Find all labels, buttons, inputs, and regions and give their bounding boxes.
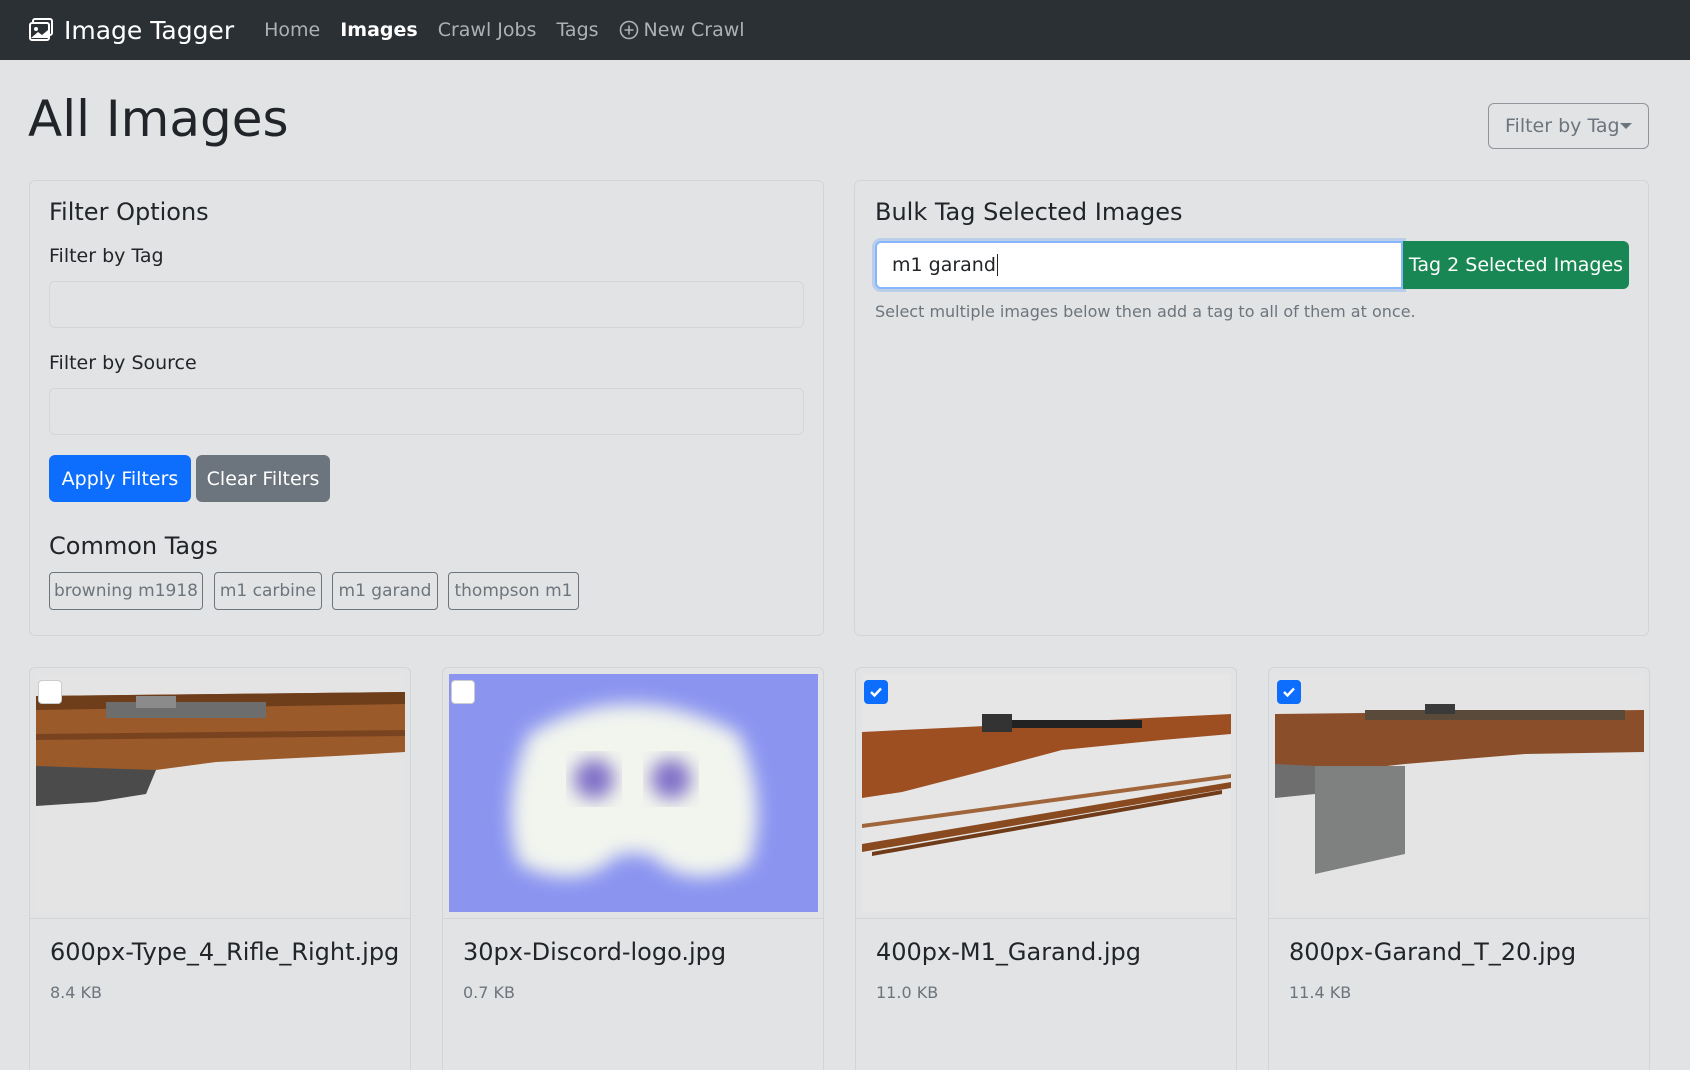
filter-options-title: Filter Options	[49, 198, 209, 226]
filter-source-label: Filter by Source	[49, 352, 197, 374]
image-filesize: 11.0 KB	[876, 983, 939, 1002]
image-card[interactable]: 30px-Discord-logo.jpg 0.7 KB	[442, 667, 824, 1070]
images-icon	[29, 18, 53, 41]
nav-images[interactable]: Images	[340, 19, 417, 41]
bulk-tag-input[interactable]: m1 garand	[875, 241, 1403, 289]
image-filename: 400px-M1_Garand.jpg	[876, 938, 1141, 966]
image-filesize: 0.7 KB	[463, 983, 515, 1002]
brand-name: Image Tagger	[64, 15, 235, 45]
tag-selected-images-button[interactable]: Tag 2 Selected Images	[1403, 241, 1629, 289]
filter-dropdown-label: Filter by Tag	[1505, 115, 1620, 137]
text-cursor	[996, 254, 998, 276]
filter-tag-input[interactable]	[49, 281, 804, 328]
image-select-checkbox[interactable]	[1277, 680, 1301, 704]
bulk-tag-helper-text: Select multiple images below then add a …	[875, 302, 1416, 321]
image-filesize: 11.4 KB	[1289, 983, 1352, 1002]
card-divider	[443, 918, 823, 919]
card-divider	[856, 918, 1236, 919]
bulk-tag-input-value: m1 garand	[892, 254, 996, 276]
image-card[interactable]: 600px-Type_4_Rifle_Right.jpg 8.4 KB	[29, 667, 411, 1070]
new-crawl-label: New Crawl	[643, 19, 745, 41]
caret-down-icon	[1620, 123, 1632, 129]
discord-logo-thumbnail[interactable]	[449, 674, 818, 912]
nav-tags[interactable]: Tags	[556, 19, 598, 41]
apply-filters-button[interactable]: Apply Filters	[49, 455, 191, 502]
image-card[interactable]: 800px-Garand_T_20.jpg 11.4 KB	[1268, 667, 1650, 1070]
filter-by-tag-dropdown[interactable]: Filter by Tag	[1488, 103, 1649, 149]
image-filename: 600px-Type_4_Rifle_Right.jpg	[50, 938, 400, 966]
brand-link[interactable]: Image Tagger	[28, 16, 234, 45]
common-tag-m1-carbine[interactable]: m1 carbine	[214, 572, 322, 610]
garand-t20-thumbnail[interactable]	[1275, 674, 1644, 912]
plus-circle-icon	[619, 20, 638, 40]
image-select-checkbox[interactable]	[864, 680, 888, 704]
checkmark-icon	[870, 687, 882, 698]
top-navbar: Image Tagger Home Images Crawl Jobs Tags…	[0, 0, 1690, 60]
nav-new-crawl[interactable]: New Crawl	[619, 19, 745, 41]
garand-thumbnail[interactable]	[862, 674, 1231, 912]
checkmark-icon	[1283, 687, 1295, 698]
filter-tag-label: Filter by Tag	[49, 245, 164, 267]
image-filesize: 8.4 KB	[50, 983, 102, 1002]
image-select-checkbox[interactable]	[451, 680, 475, 704]
clear-filters-button[interactable]: Clear Filters	[196, 455, 330, 502]
bulk-tag-title: Bulk Tag Selected Images	[875, 198, 1183, 226]
image-select-checkbox[interactable]	[38, 680, 62, 704]
common-tag-browning-m1918[interactable]: browning m1918	[49, 572, 203, 610]
rifle-thumbnail[interactable]	[36, 674, 405, 912]
page-title: All Images	[28, 90, 289, 148]
common-tag-thompson-m1[interactable]: thompson m1	[448, 572, 579, 610]
nav-home[interactable]: Home	[264, 19, 320, 41]
filter-source-input[interactable]	[49, 388, 804, 435]
image-filename: 800px-Garand_T_20.jpg	[1289, 938, 1577, 966]
image-card[interactable]: 400px-M1_Garand.jpg 11.0 KB	[855, 667, 1237, 1070]
common-tags-title: Common Tags	[49, 532, 218, 560]
nav-crawl-jobs[interactable]: Crawl Jobs	[438, 19, 537, 41]
card-divider	[1269, 918, 1649, 919]
card-divider	[30, 918, 410, 919]
common-tag-m1-garand[interactable]: m1 garand	[332, 572, 438, 610]
image-filename: 30px-Discord-logo.jpg	[463, 938, 727, 966]
